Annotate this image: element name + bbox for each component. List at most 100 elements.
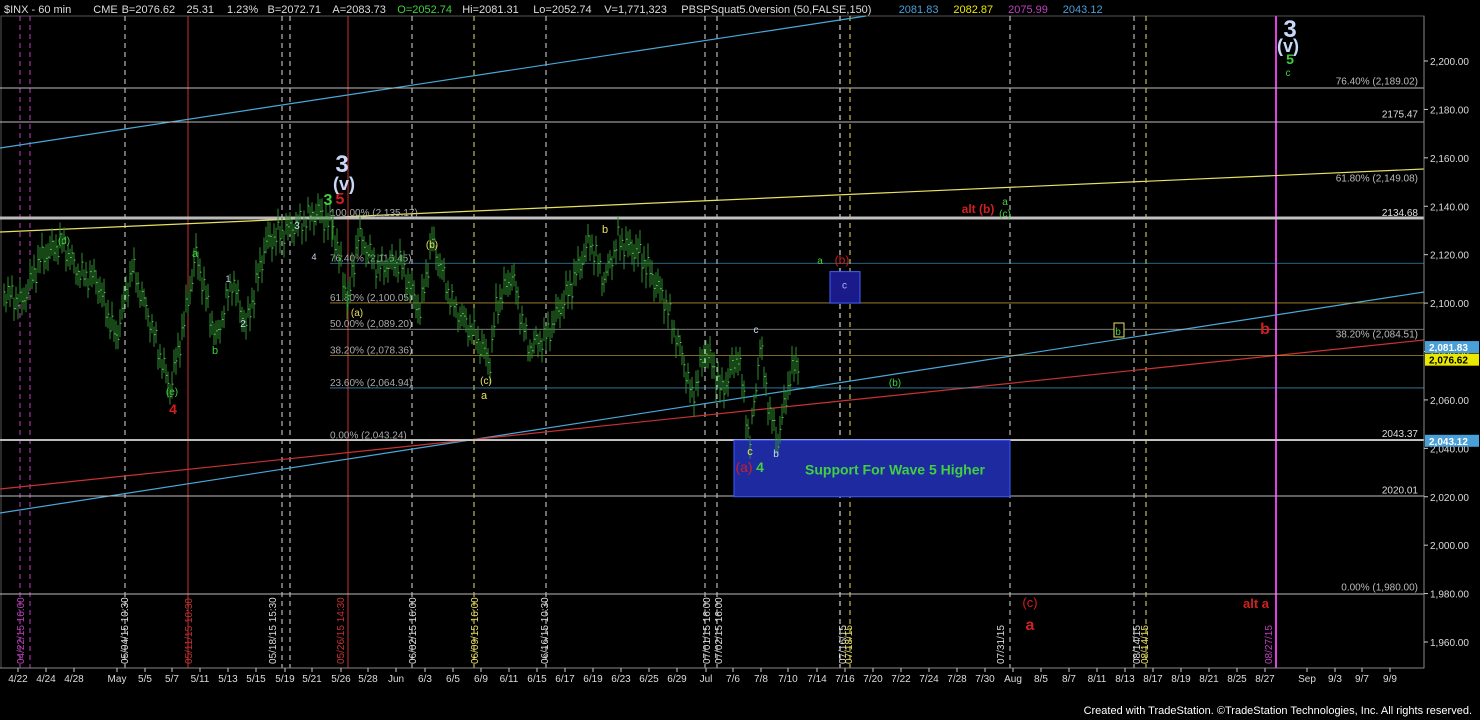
wave-label: 2 <box>240 319 246 330</box>
date-marker-label: 05/18/15 15:30 <box>268 597 279 664</box>
y-tick-label: 2,160.00 <box>1430 154 1469 165</box>
wave-label: alt a <box>1243 596 1270 611</box>
x-tick-label: 8/11 <box>1088 674 1107 685</box>
wave-label: b <box>212 345 218 357</box>
x-tick-label: 6/19 <box>583 674 603 685</box>
x-tick-label: 5/11 <box>191 674 210 685</box>
support-zone-label: Support For Wave 5 Higher <box>805 461 985 477</box>
wave-label: a <box>817 256 823 267</box>
x-tick-label: 6/15 <box>527 674 547 685</box>
header-field: B=2076.62 <box>122 4 176 16</box>
x-tick-label: 9/9 <box>1383 674 1397 685</box>
wave-label: b <box>1260 321 1270 338</box>
x-tick-label: 5/26 <box>331 674 351 685</box>
level-label: 2175.47 <box>1382 109 1419 120</box>
fib-label-right: 61.80% (2,149.08) <box>1336 173 1418 184</box>
wave-label: (c) <box>1022 595 1037 610</box>
x-tick-label: 6/23 <box>611 674 631 685</box>
fib-label: 0.00% (2,043.24) <box>330 430 407 441</box>
x-tick-label: 5/7 <box>165 674 179 685</box>
wave-label: (b) <box>835 253 850 267</box>
header-field: B=2072.71 <box>268 4 322 16</box>
wave-label: a <box>192 248 199 260</box>
wave-label: b <box>1115 327 1121 338</box>
x-tick-label: 5/13 <box>218 674 238 685</box>
x-tick-label: 8/5 <box>1034 674 1048 685</box>
wave-label: 5 <box>1286 51 1294 67</box>
x-tick-label: 8/19 <box>1171 674 1191 685</box>
wave-label: c <box>754 325 759 336</box>
fib-label-right: 0.00% (1,980.00) <box>1341 583 1418 594</box>
date-marker-label: 04/22/15 16:00 <box>16 597 27 664</box>
header-field: $INX - 60 min <box>4 4 71 16</box>
header-field: 25.31 <box>187 4 215 16</box>
x-tick-label: 7/22 <box>891 674 911 685</box>
x-tick-label: 4/24 <box>36 674 56 685</box>
fib-label: 23.60% (2,064.94) <box>330 378 412 389</box>
fib-label-right: 38.20% (2,084.51) <box>1336 330 1418 341</box>
wave-label: (e) <box>166 387 178 398</box>
x-tick-label: 8/13 <box>1115 674 1135 685</box>
x-tick-label: 7/20 <box>863 674 883 685</box>
level-label: 2020.01 <box>1382 486 1419 497</box>
wave-label: 1 <box>225 274 230 284</box>
wave-label: (c) <box>999 209 1011 220</box>
header-field: Lo=2052.74 <box>533 4 591 16</box>
date-marker-label: 05/26/15 14:30 <box>336 597 347 664</box>
price-tag-label: 2,081.83 <box>1429 343 1468 354</box>
wave-label: b <box>773 449 779 460</box>
x-tick-label: May <box>108 674 127 685</box>
wave-label: (b) <box>889 378 901 389</box>
wave-label: 3 <box>294 221 300 232</box>
wave-label: (d) <box>58 236 70 247</box>
header-study-value: 2082.87 <box>953 4 993 16</box>
x-tick-label: 7/6 <box>726 674 740 685</box>
x-tick-label: 5/15 <box>246 674 266 685</box>
y-tick-label: 1,980.00 <box>1430 590 1469 601</box>
x-tick-label: 9/7 <box>1355 674 1369 685</box>
x-tick-label: Aug <box>1004 674 1022 685</box>
x-tick-label: 6/3 <box>418 674 432 685</box>
x-tick-label: 7/10 <box>778 674 798 685</box>
header-study-value: 2043.12 <box>1063 4 1103 16</box>
price-tag-label: 2,043.12 <box>1429 437 1468 448</box>
price-tag-label: 2,076.62 <box>1429 356 1468 367</box>
date-marker-label: 05/04/15 10:30 <box>120 597 131 664</box>
x-tick-label: 6/5 <box>446 674 460 685</box>
date-marker-label: 06/02/15 16:00 <box>408 597 419 664</box>
wave-label: 3 <box>324 192 333 209</box>
fib-label: 38.20% (2,078.36) <box>330 345 412 356</box>
header-field: CME <box>93 4 117 16</box>
wave-label: alt (b) <box>962 202 995 216</box>
header-field: Hi=2081.31 <box>462 4 519 16</box>
price-chart[interactable]: 04/22/15 16:00 05/04/15 10:30 05/11/15 10:… <box>0 0 1480 720</box>
date-marker-label: 08/14/15 <box>1140 625 1151 664</box>
wave-label: 4 <box>169 401 177 417</box>
x-tick-label: Jun <box>388 674 404 685</box>
fib-label: 50.00% (2,089.20) <box>330 319 412 330</box>
y-tick-label: 2,200.00 <box>1430 57 1469 68</box>
y-tick-label: 2,140.00 <box>1430 202 1469 213</box>
x-tick-label: 8/7 <box>1062 674 1076 685</box>
y-tick-label: 2,060.00 <box>1430 396 1469 407</box>
header-study-value: 2081.83 <box>899 4 939 16</box>
x-tick-label: 9/3 <box>1328 674 1342 685</box>
x-tick-label: Sep <box>1298 674 1316 685</box>
header-field: 1.23% <box>227 4 258 16</box>
wave-label: (c) <box>480 376 492 387</box>
x-tick-label: 6/11 <box>500 674 519 685</box>
y-tick-label: 2,180.00 <box>1430 105 1469 116</box>
x-tick-label: 7/24 <box>919 674 939 685</box>
date-marker-label: 06/09/15 16:00 <box>470 597 481 664</box>
x-tick-label: 7/28 <box>947 674 967 685</box>
fib-label: 76.40% (2,116.45) <box>330 253 412 264</box>
x-tick-label: 8/17 <box>1143 674 1163 685</box>
y-tick-label: 2,100.00 <box>1430 299 1469 310</box>
footer-credit: Created with TradeStation. ©TradeStation… <box>1083 705 1472 717</box>
x-tick-label: 6/25 <box>639 674 659 685</box>
x-tick-label: 6/17 <box>555 674 575 685</box>
wave-label: 4 <box>756 459 764 475</box>
date-marker-label: 07/01/15 16:00 <box>702 597 713 664</box>
x-tick-label: 8/25 <box>1227 674 1247 685</box>
chart-header: $INX - 60 min CME B=2076.62 25.31 1.23% B=207… <box>4 4 1103 16</box>
